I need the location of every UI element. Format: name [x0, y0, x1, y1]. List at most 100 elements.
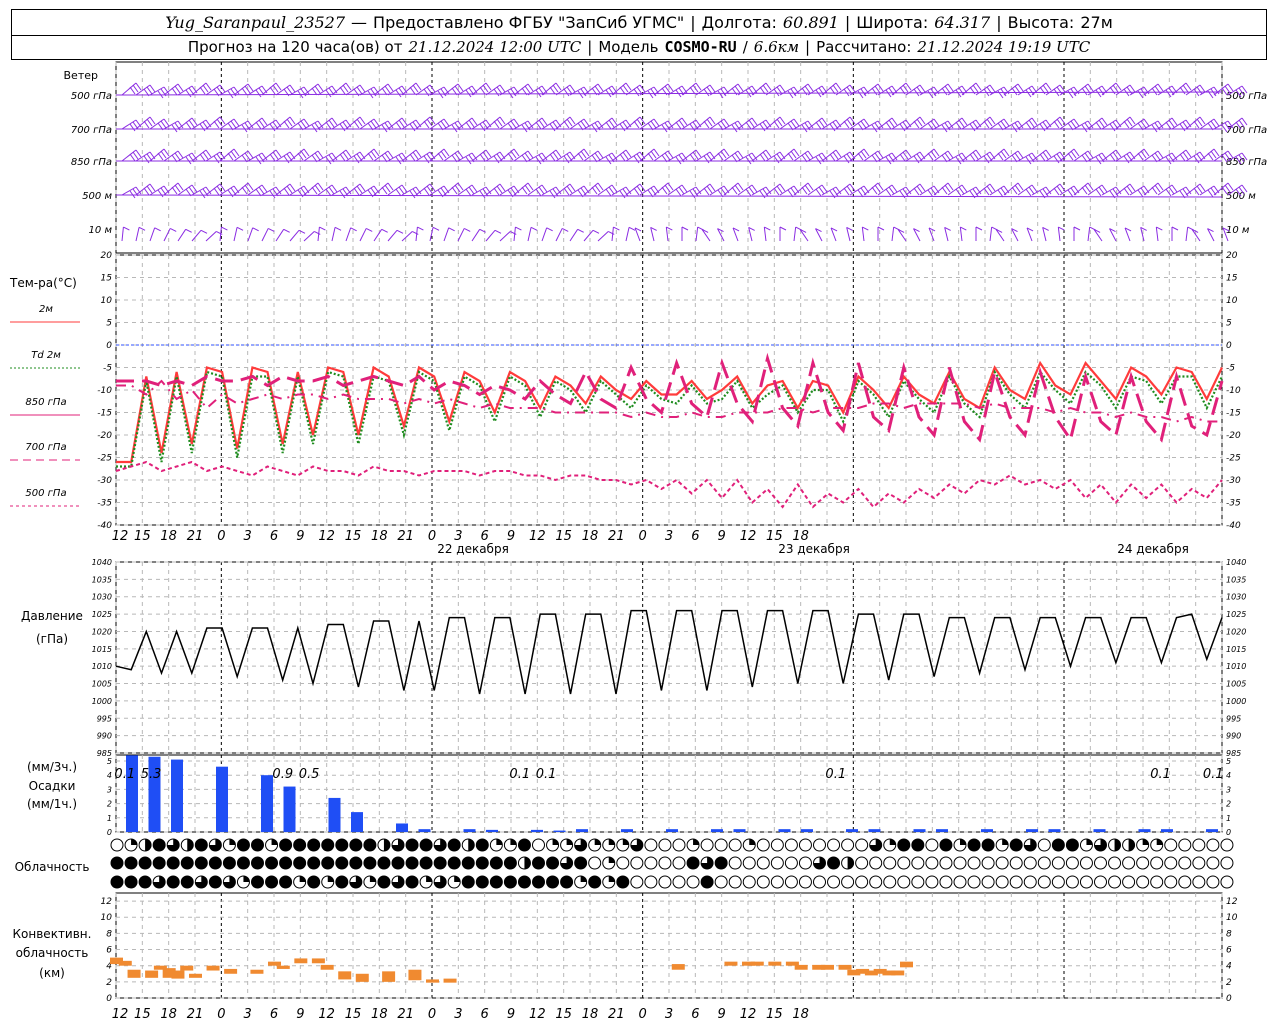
- temp-ytick-right: 5: [1226, 319, 1232, 329]
- wind-barb-feather: [521, 186, 528, 195]
- wind-barb-staff: [163, 228, 171, 242]
- wind-barb-feather: [569, 84, 576, 93]
- cloud-circle: [1037, 838, 1051, 852]
- wind-barb-feather: [233, 148, 240, 157]
- wind-barb-staff: [793, 227, 797, 242]
- cloud-fill: [693, 839, 700, 845]
- conv-bar: [189, 973, 202, 978]
- wind-barb-feather: [552, 188, 559, 197]
- conv-bar: [891, 970, 905, 976]
- wind-barb-feather: [927, 152, 934, 161]
- wind-barb-feather: [1042, 84, 1049, 93]
- wind-barb-feather: [625, 149, 632, 158]
- wind-barb-feather: [583, 118, 590, 127]
- wind-barb-feather: [398, 119, 405, 128]
- wind-barb-feather: [423, 187, 430, 196]
- cloud-circle: [461, 875, 475, 889]
- cloud-circle: [405, 875, 419, 889]
- cloud-circle: [925, 856, 939, 870]
- wind-barb-flag: [494, 229, 502, 234]
- cloud-symbol: [770, 875, 784, 889]
- conv-bar: [127, 969, 141, 978]
- wind-barb-feather: [653, 148, 660, 157]
- cloud-circle: [1065, 875, 1079, 889]
- cloud-symbol: [236, 875, 250, 889]
- cloud-circle: [770, 856, 784, 870]
- wind-barb-flag: [283, 228, 290, 233]
- wind-barb-feather: [1227, 182, 1234, 191]
- cloud-symbol: [208, 838, 222, 852]
- cloud-circle: [897, 856, 911, 870]
- wind-barb-feather: [871, 186, 878, 195]
- wind-barb-feather: [129, 123, 136, 132]
- cloud-circle: [939, 875, 953, 889]
- wind-barb-staff: [345, 227, 352, 242]
- wind-barb-feather: [331, 117, 338, 126]
- wind-barb-feather: [465, 121, 472, 130]
- wind-barb-feather: [633, 88, 640, 97]
- wind-barb-feather: [622, 84, 629, 93]
- conv-hour-label: 3: [454, 1007, 462, 1022]
- cloud-circle: [349, 838, 363, 852]
- wind-barb-feather: [493, 120, 500, 129]
- cloud-symbol: [208, 856, 222, 870]
- wind-barb-staff: [401, 231, 413, 242]
- wind-barb-feather: [1101, 117, 1108, 126]
- pres-ytick-right: 1020: [1226, 627, 1246, 636]
- wind-barb: [121, 186, 142, 199]
- cloud-symbol: [110, 838, 124, 852]
- wind-barb-feather: [1151, 186, 1158, 195]
- cloud-symbol: [461, 875, 475, 889]
- wind-barb-feather: [1207, 189, 1214, 198]
- wind-barb: [555, 228, 569, 242]
- temp-hour-label: 9: [296, 529, 304, 544]
- wind-barb: [1042, 226, 1049, 242]
- wind-barb-feather: [633, 155, 640, 164]
- prec-ytick-right: 5: [1226, 757, 1231, 766]
- cloud-circle: [911, 875, 925, 889]
- prec-bar: [531, 829, 543, 832]
- cloud-symbol: [742, 856, 756, 870]
- cloud-symbol: [1220, 856, 1234, 870]
- wind-barb-feather: [793, 118, 800, 127]
- wind-barb-feather: [1179, 123, 1186, 132]
- wind-barb-staff: [261, 228, 269, 242]
- wind-barb-staff: [499, 231, 511, 242]
- wind-barb-flag: [530, 226, 538, 231]
- cloud-circle: [869, 875, 883, 889]
- pres-ytick-right: 995: [1226, 714, 1241, 723]
- wind-barb-feather: [129, 153, 136, 162]
- wind-barb-feather: [566, 185, 573, 194]
- cloud-symbol: [251, 838, 264, 852]
- wind-barb-feather: [986, 185, 993, 194]
- wind-barb-feather: [605, 121, 612, 130]
- wind-barb-flag: [350, 227, 357, 232]
- cloud-symbol: [307, 875, 321, 889]
- wind-barb-feather: [580, 150, 587, 159]
- cloud-symbol: [967, 856, 981, 870]
- temp-ytick-left: 15: [101, 274, 113, 284]
- wind-barb-staff: [373, 229, 383, 242]
- conv-bar: [900, 961, 913, 968]
- wind-barb-feather: [143, 155, 150, 164]
- wind-barb: [959, 226, 967, 242]
- cloud-circle: [1094, 875, 1107, 889]
- pres-ytick-left: 1015: [92, 645, 112, 654]
- cloud-symbol: [166, 838, 180, 852]
- wind-barb-feather: [829, 153, 836, 162]
- wind-barb-feather: [653, 118, 660, 127]
- wind-barb-feather: [989, 183, 996, 192]
- cloud-circle: [419, 838, 433, 852]
- prec-bar: [733, 829, 746, 832]
- wind-barb-feather: [737, 182, 744, 191]
- wind-barb-feather: [255, 89, 262, 98]
- cloud-symbol: [546, 875, 560, 889]
- cloud-symbol: [616, 875, 630, 889]
- wind-barb-feather: [513, 148, 520, 157]
- prec-annotation: 0.1: [536, 767, 557, 782]
- cloud-circle: [1220, 838, 1234, 852]
- cloud-symbol: [686, 875, 700, 889]
- cloud-symbol: [911, 838, 925, 852]
- cloud-symbol: [1051, 856, 1065, 870]
- wind-barb-staff: [415, 227, 418, 242]
